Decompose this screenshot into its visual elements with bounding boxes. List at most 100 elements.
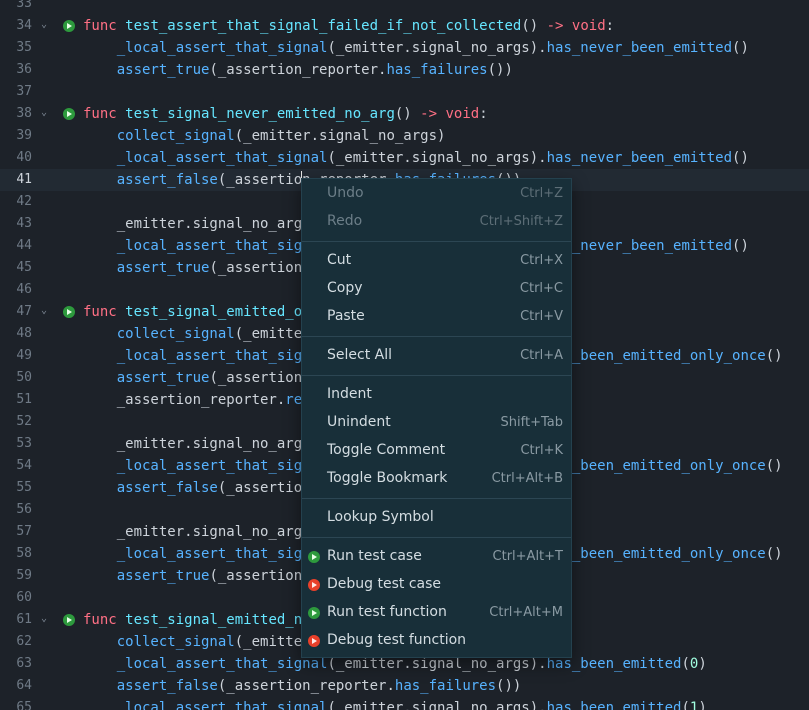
code-line[interactable]: 65 _local_assert_that_signal(_emitter.si…: [0, 697, 809, 710]
menu-item-cut[interactable]: Cut Ctrl+X: [302, 247, 571, 275]
line-number: 36: [16, 62, 32, 77]
menu-item-unindent[interactable]: Unindent Shift+Tab: [302, 409, 571, 437]
menu-item-lookup-symbol[interactable]: Lookup Symbol: [302, 504, 571, 532]
code-token: has_never_been_emitted: [546, 238, 733, 254]
code-token: has_been_emitted_only_once: [546, 458, 766, 474]
line-number: 54: [16, 458, 32, 473]
code-line[interactable]: 35 _local_assert_that_signal(_emitter.si…: [0, 37, 809, 59]
code-token: func: [83, 106, 117, 122]
menu-item-toggle-comment[interactable]: Toggle Comment Ctrl+K: [302, 437, 571, 465]
code-line[interactable]: 37: [0, 81, 809, 103]
code-token: (: [681, 656, 690, 672]
code-token: ()): [496, 678, 522, 694]
fold-chevron-icon[interactable]: ⌄: [41, 305, 51, 316]
menu-item-shortcut: Ctrl+Z: [520, 186, 563, 201]
line-number: 58: [16, 546, 32, 561]
menu-item-debug-test-function[interactable]: Debug test function: [302, 627, 571, 655]
menu-item-run-test-case[interactable]: Run test case Ctrl+Alt+T: [302, 543, 571, 571]
code-token: _emitter.signal_no_args: [83, 216, 311, 232]
code-text: _local_assert_that_signal(_emitter.signa…: [83, 147, 749, 169]
menu-item-shortcut: Ctrl+K: [520, 443, 563, 458]
menu-item-indent[interactable]: Indent: [302, 381, 571, 409]
code-token: ): [698, 700, 707, 710]
line-number: 34: [16, 18, 32, 33]
code-token: :: [605, 18, 615, 34]
debug-icon: [308, 579, 320, 591]
code-line[interactable]: 39 collect_signal(_emitter.signal_no_arg…: [0, 125, 809, 147]
code-line[interactable]: 36 assert_true(_assertion_reporter.has_f…: [0, 59, 809, 81]
fold-chevron-icon[interactable]: ⌄: [41, 107, 51, 118]
line-number: 38: [16, 106, 32, 121]
fold-chevron-icon[interactable]: ⌄: [41, 613, 51, 624]
context-menu: Undo Ctrl+Z Redo Ctrl+Shift+Z Cut Ctrl+X Copy C…: [301, 178, 572, 658]
code-token: (: [681, 700, 690, 710]
code-token: test_signal_never_emitted_no_arg: [125, 106, 395, 122]
code-line[interactable]: 40 _local_assert_that_signal(_emitter.si…: [0, 147, 809, 169]
run-test-icon[interactable]: [63, 20, 75, 32]
menu-item-select-all[interactable]: Select All Ctrl+A: [302, 342, 571, 370]
menu-item-label: Undo: [327, 185, 364, 201]
run-test-icon[interactable]: [63, 108, 75, 120]
menu-item-label: Copy: [327, 280, 363, 296]
code-text: func test_assert_that_signal_failed_if_n…: [83, 15, 614, 37]
code-token: assert_true: [116, 260, 210, 276]
code-token: collect_signal: [116, 634, 235, 650]
code-token: (): [732, 150, 749, 166]
code-text: assert_true(_assertion: [83, 367, 302, 389]
code-text: assert_true(_assertion: [83, 565, 302, 587]
code-token: (_emitter.signal_no_args): [234, 128, 446, 144]
code-token: _local_assert_that_signal: [116, 348, 328, 364]
line-number: 44: [16, 238, 32, 253]
code-line[interactable]: 33: [0, 0, 809, 15]
run-test-icon[interactable]: [63, 306, 75, 318]
code-token: (_assertion: [217, 480, 311, 496]
code-token: assert_true: [116, 568, 210, 584]
menu-item-shortcut: Ctrl+Shift+Z: [479, 214, 563, 229]
menu-item-run-test-function[interactable]: Run test function Ctrl+Alt+M: [302, 599, 571, 627]
menu-item-shortcut: Ctrl+X: [520, 253, 563, 268]
code-line[interactable]: 38 ⌄ func test_signal_never_emitted_no_arg…: [0, 103, 809, 125]
line-number: 49: [16, 348, 32, 363]
line-number: 56: [16, 502, 32, 517]
menu-item-shortcut: Ctrl+V: [520, 309, 563, 324]
fold-chevron-icon[interactable]: ⌄: [41, 19, 51, 30]
menu-separator: [302, 241, 571, 242]
menu-item-debug-test-case[interactable]: Debug test case: [302, 571, 571, 599]
code-line[interactable]: 34 ⌄ func test_assert_that_signal_failed_i…: [0, 15, 809, 37]
code-token: _local_assert_that_signal: [116, 458, 328, 474]
line-number: 45: [16, 260, 32, 275]
code-token: (_emitter.signal_no_args).: [327, 656, 547, 672]
run-icon: [308, 551, 320, 563]
code-token: has_been_emitted_only_once: [546, 546, 766, 562]
code-token: (_assertion_reporter.: [217, 678, 395, 694]
run-test-icon[interactable]: [63, 614, 75, 626]
run-icon: [308, 607, 320, 619]
line-number: 33: [16, 0, 32, 11]
code-text: assert_true(_assertion_reporter.has_fail…: [83, 59, 513, 81]
menu-item-label: Toggle Comment: [327, 442, 446, 458]
menu-item-shortcut: Ctrl+Alt+M: [489, 605, 563, 620]
code-token: void: [571, 18, 606, 34]
code-line[interactable]: 64 assert_false(_assertion_reporter.has_…: [0, 675, 809, 697]
menu-item-label: Lookup Symbol: [327, 509, 434, 525]
menu-item-toggle-bookmark[interactable]: Toggle Bookmark Ctrl+Alt+B: [302, 465, 571, 493]
line-number: 42: [16, 194, 32, 209]
code-token: (): [732, 238, 749, 254]
menu-item-paste[interactable]: Paste Ctrl+V: [302, 303, 571, 331]
code-token: test_signal_emitted_n: [125, 612, 303, 628]
line-number: 59: [16, 568, 32, 583]
menu-item-copy[interactable]: Copy Ctrl+C: [302, 275, 571, 303]
code-text: func test_signal_never_emitted_no_arg() …: [83, 103, 488, 125]
code-token: test_assert_that_signal_failed_if_not_co…: [125, 18, 522, 34]
code-token: ): [698, 656, 707, 672]
